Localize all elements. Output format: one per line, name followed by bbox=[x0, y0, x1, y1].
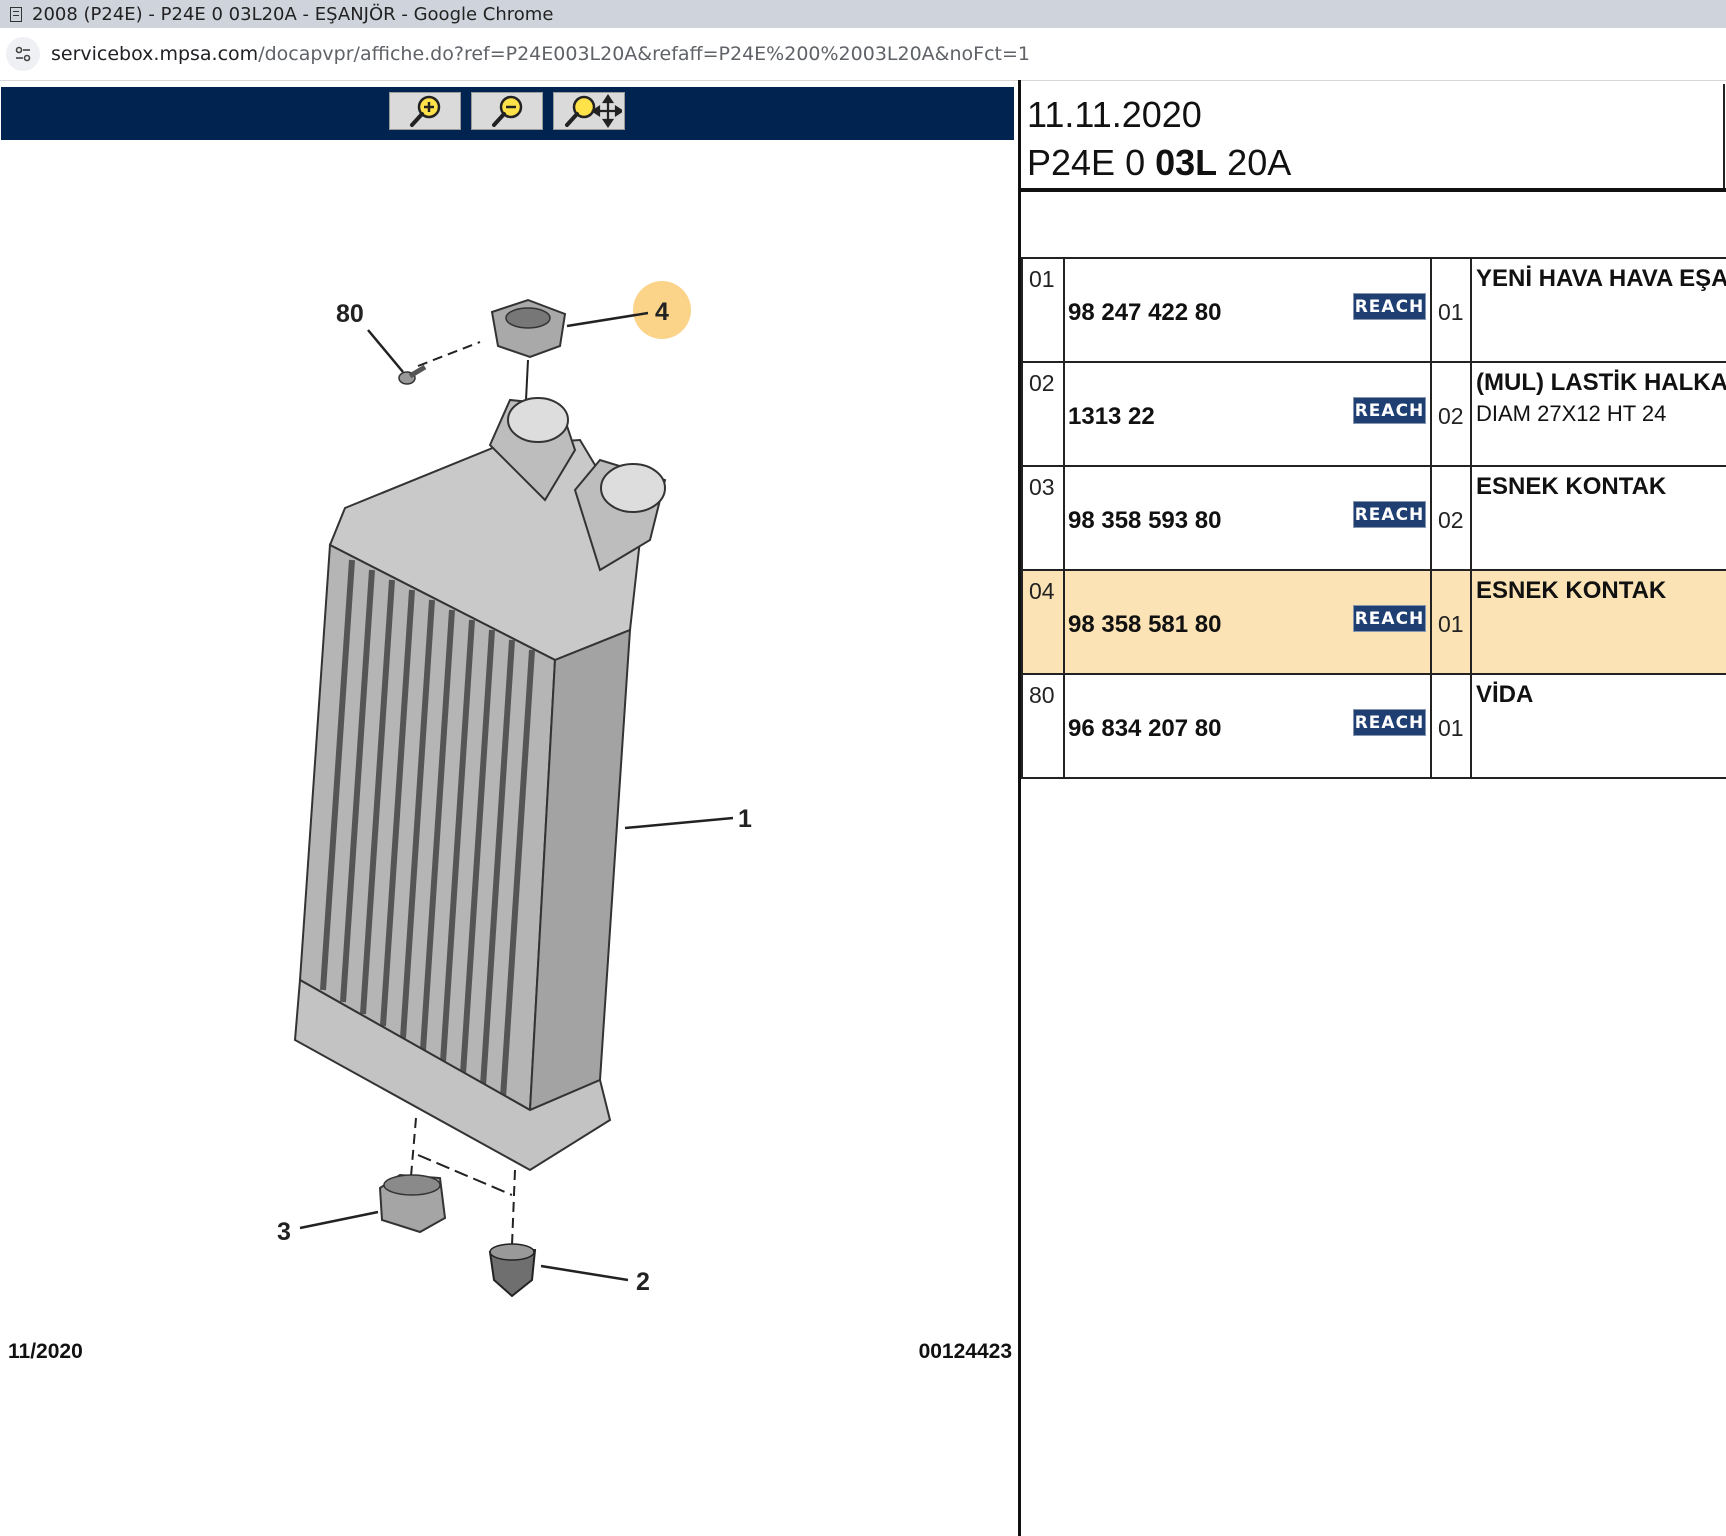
row-index: 80 bbox=[1029, 682, 1055, 708]
zoom-in-button[interactable] bbox=[389, 92, 461, 130]
screw-part-80 bbox=[367, 329, 481, 385]
part-qty: 01 bbox=[1438, 611, 1464, 637]
header-separator bbox=[1021, 188, 1726, 192]
callout-3: 3 bbox=[277, 1218, 291, 1246]
grommet-part-2 bbox=[488, 1243, 629, 1298]
address-bar[interactable]: servicebox.mpsa.com/docapvpr/affiche.do?… bbox=[0, 28, 1726, 81]
ref-suffix: 20A bbox=[1227, 142, 1292, 183]
table-row[interactable]: 80 96 834 207 80 REACH 01 VİDA bbox=[1021, 673, 1726, 779]
row-index: 03 bbox=[1029, 474, 1055, 500]
table-row-highlighted[interactable]: 04 98 358 581 80 REACH 01 ESNEK KONTAK bbox=[1021, 569, 1726, 675]
grommet-part-3 bbox=[299, 1173, 447, 1234]
part-number[interactable]: 1313 22 bbox=[1068, 403, 1155, 431]
table-row[interactable]: 03 98 358 593 80 REACH 02 ESNEK KONTAK bbox=[1021, 465, 1726, 571]
part-desc: ESNEK KONTAK bbox=[1476, 473, 1667, 500]
ref-bold: 03L bbox=[1155, 142, 1218, 183]
callout-4: 4 bbox=[655, 298, 669, 326]
part-number[interactable]: 98 358 581 80 bbox=[1068, 611, 1221, 639]
reach-badge[interactable]: REACH bbox=[1353, 501, 1426, 528]
zoom-out-button[interactable] bbox=[471, 92, 543, 130]
zoom-out-icon bbox=[492, 95, 523, 127]
callout-80: 80 bbox=[336, 300, 364, 328]
zoom-toolbar bbox=[1, 87, 1014, 140]
header-date: 11.11.2020 bbox=[1027, 94, 1202, 135]
part-desc: ESNEK KONTAK bbox=[1476, 577, 1667, 604]
parts-table: 01 98 247 422 80 REACH 01 YENİ HAVA HAVA … bbox=[1021, 257, 1726, 779]
part-qty: 02 bbox=[1438, 403, 1464, 429]
zoom-pan-button[interactable] bbox=[553, 92, 625, 130]
part-desc: (MUL) LASTİK HALKA bbox=[1476, 369, 1726, 396]
zoom-in-icon bbox=[410, 95, 441, 127]
table-row[interactable]: 02 1313 22 REACH 02 (MUL) LASTİK HALKA DIA… bbox=[1021, 361, 1726, 467]
zoom-pan-icon bbox=[565, 94, 622, 128]
intercooler-diagram: 80 4 1 3 2 bbox=[277, 281, 752, 1298]
part-number[interactable]: 98 358 593 80 bbox=[1068, 507, 1221, 535]
intercooler-part-1 bbox=[293, 397, 734, 1172]
part-qty: 01 bbox=[1438, 715, 1464, 741]
window-titlebar: 2008 (P24E) - P24E 0 03L20A - EŞANJÖR - … bbox=[0, 0, 1726, 28]
callout-1: 1 bbox=[738, 805, 752, 833]
window-title: 2008 (P24E) - P24E 0 03L20A - EŞANJÖR - … bbox=[32, 3, 554, 25]
part-number[interactable]: 98 247 422 80 bbox=[1068, 299, 1221, 327]
reach-badge[interactable]: REACH bbox=[1353, 709, 1426, 736]
part-qty: 01 bbox=[1438, 299, 1464, 325]
table-row[interactable]: 01 98 247 422 80 REACH 01 YENİ HAVA HAVA … bbox=[1021, 257, 1726, 363]
diagram-code: 00124423 bbox=[918, 1340, 1012, 1363]
url-path[interactable]: /docapvpr/affiche.do?ref=P24E003L20A&ref… bbox=[258, 43, 1030, 65]
document-icon bbox=[10, 6, 22, 22]
reach-badge[interactable]: REACH bbox=[1353, 605, 1426, 632]
part-desc-detail: DIAM 27X12 HT 24 bbox=[1476, 401, 1667, 426]
diagram-date: 11/2020 bbox=[8, 1340, 83, 1363]
header-ref: P24E 0 03L 20A bbox=[1027, 142, 1291, 184]
parts-header: 11.11.2020 P24E 0 03L 20A bbox=[1023, 84, 1725, 188]
url-host[interactable]: servicebox.mpsa.com bbox=[51, 43, 258, 65]
diagram-panel: 80 4 1 3 2 11/2020 00124423 bbox=[0, 84, 1018, 1536]
reach-badge[interactable]: REACH bbox=[1353, 397, 1426, 424]
ref-prefix: P24E 0 bbox=[1027, 142, 1146, 183]
part-desc: YENİ HAVA HAVA EŞANJÖRÜ bbox=[1476, 265, 1726, 292]
row-index: 02 bbox=[1029, 370, 1055, 396]
callout-2: 2 bbox=[636, 1268, 650, 1296]
row-index: 01 bbox=[1029, 266, 1055, 292]
reach-badge[interactable]: REACH bbox=[1353, 293, 1426, 320]
part-desc: VİDA bbox=[1476, 681, 1534, 708]
row-index: 04 bbox=[1029, 578, 1055, 604]
part-qty: 02 bbox=[1438, 507, 1464, 533]
part-number[interactable]: 96 834 207 80 bbox=[1068, 715, 1221, 743]
site-info-icon[interactable] bbox=[6, 37, 40, 71]
